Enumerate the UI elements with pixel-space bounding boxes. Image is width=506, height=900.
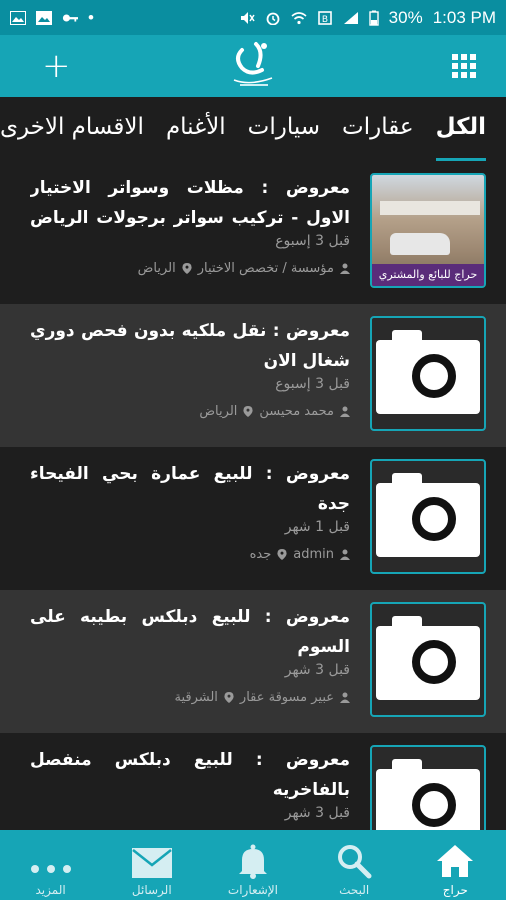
category-tabs: الكل عقارات سيارات الأغنام الاقسام الاخر… (0, 97, 506, 161)
camera-placeholder-icon (376, 483, 480, 557)
user-icon (340, 263, 350, 274)
listing-row[interactable]: معروض : نقل ملكيه بدون فحص دوري شغال الا… (0, 304, 506, 447)
listing-thumbnail[interactable] (370, 459, 486, 574)
signal-icon (343, 11, 358, 24)
data-saver-icon: B (317, 10, 332, 25)
add-listing-button[interactable]: + (42, 49, 71, 83)
listing-time: قبل 1 شهر (284, 519, 350, 535)
status-bar: • B 30% 1:03 PM (0, 0, 506, 35)
user-icon (340, 692, 350, 703)
listing-thumbnail[interactable] (370, 745, 486, 830)
listings-list: حراج للبائع والمشتري معروض : مظلات وسوات… (0, 161, 506, 830)
image-notification-icon (10, 10, 26, 25)
photo-notification-icon (36, 10, 52, 25)
listing-user[interactable]: عبير مسوقة عقار (240, 690, 334, 705)
tab-all[interactable]: الكل (435, 97, 486, 161)
alarm-icon (266, 12, 280, 25)
listing-title[interactable]: معروض : للبيع دبلكس منفصل بالفاخريه (30, 745, 350, 805)
listing-title[interactable]: معروض : نقل ملكيه بدون فحص دوري شغال الا… (30, 316, 350, 376)
status-notifications: • (10, 8, 94, 28)
more-icon (30, 865, 71, 873)
listing-meta: مؤسسة / تخصص الاختيار الرياض (138, 261, 350, 276)
mail-icon (131, 848, 172, 878)
location-icon (224, 692, 234, 703)
nav-messages[interactable]: الرسائل (102, 833, 202, 897)
battery-icon (368, 10, 379, 26)
nav-search-label: البحث (339, 883, 370, 897)
listing-location: الرياض (199, 404, 238, 419)
wifi-icon (291, 11, 307, 24)
dot-indicator: • (88, 7, 94, 27)
listing-row[interactable]: معروض : للبيع دبلكس بطيبه على السوم قبل … (0, 590, 506, 733)
listing-row[interactable]: حراج للبائع والمشتري معروض : مظلات وسوات… (0, 161, 506, 304)
bottom-navigation: حراج البحث الإشعارات الرسائل المزيد (0, 830, 506, 900)
nav-home[interactable]: حراج (405, 833, 505, 897)
tab-sheep[interactable]: الأغنام (166, 97, 226, 161)
nav-more-label: المزيد (35, 883, 66, 897)
listing-row[interactable]: معروض : للبيع عمارة بحي الفيحاء جدة قبل … (0, 447, 506, 590)
listing-photo: حراج للبائع والمشتري (372, 175, 484, 286)
tab-cars[interactable]: سيارات (248, 97, 320, 161)
listing-thumbnail[interactable]: حراج للبائع والمشتري (370, 173, 486, 288)
camera-placeholder-icon (376, 340, 480, 414)
listing-title[interactable]: معروض : مظلات وسواتر الاختيار الاول - تر… (30, 173, 350, 235)
listing-meta: admin جده (250, 547, 350, 562)
listing-time: قبل 3 إسبوع (275, 376, 350, 392)
listing-user[interactable]: محمد محيسن (259, 404, 334, 419)
nav-notifications[interactable]: الإشعارات (203, 833, 303, 897)
user-icon (340, 549, 350, 560)
tab-other-sections[interactable]: الاقسام الاخرى (0, 97, 144, 161)
home-icon (437, 845, 474, 877)
listing-location: الرياض (137, 261, 176, 276)
nav-home-label: حراج (442, 883, 468, 897)
listing-time: قبل 3 إسبوع (275, 233, 350, 249)
listing-title[interactable]: معروض : للبيع دبلكس بطيبه على السوم (30, 602, 350, 662)
tab-real-estate[interactable]: عقارات (342, 97, 414, 161)
svg-text:B: B (322, 15, 328, 25)
listing-location: جده (249, 547, 272, 562)
listing-meta: محمد محيسن الرياض (199, 404, 350, 419)
camera-placeholder-icon (376, 626, 480, 700)
nav-notifications-label: الإشعارات (227, 883, 279, 897)
nav-more[interactable]: المزيد (1, 833, 101, 897)
clock: 1:03 PM (432, 7, 496, 27)
camera-placeholder-icon (376, 769, 480, 830)
listing-title[interactable]: معروض : للبيع عمارة بحي الفيحاء جدة (30, 459, 350, 519)
listing-thumbnail[interactable] (370, 602, 486, 717)
search-icon (338, 845, 372, 879)
listing-row[interactable]: معروض : للبيع دبلكس منفصل بالفاخريه قبل … (0, 733, 506, 830)
photo-banner-text: حراج للبائع والمشتري (372, 264, 484, 286)
apps-grid-icon[interactable] (452, 54, 476, 78)
app-logo (233, 42, 273, 86)
nav-search[interactable]: البحث (304, 833, 404, 897)
location-icon (277, 549, 287, 560)
listing-location: الشرقية (174, 690, 218, 705)
listing-user[interactable]: مؤسسة / تخصص الاختيار (198, 261, 334, 276)
bell-icon (238, 844, 267, 879)
mute-icon (240, 11, 255, 24)
key-icon (62, 13, 78, 22)
listing-time: قبل 3 شهر (284, 662, 350, 678)
listing-meta: عبير مسوقة عقار الشرقية (174, 690, 350, 705)
location-icon (243, 406, 253, 417)
status-system: B 30% 1:03 PM (239, 8, 496, 28)
user-icon (340, 406, 350, 417)
battery-percent: 30% (388, 7, 423, 27)
location-icon (182, 263, 192, 274)
listing-thumbnail[interactable] (370, 316, 486, 431)
nav-messages-label: الرسائل (131, 883, 172, 897)
listing-time: قبل 3 شهر (284, 805, 350, 821)
listing-user[interactable]: admin (293, 547, 334, 562)
